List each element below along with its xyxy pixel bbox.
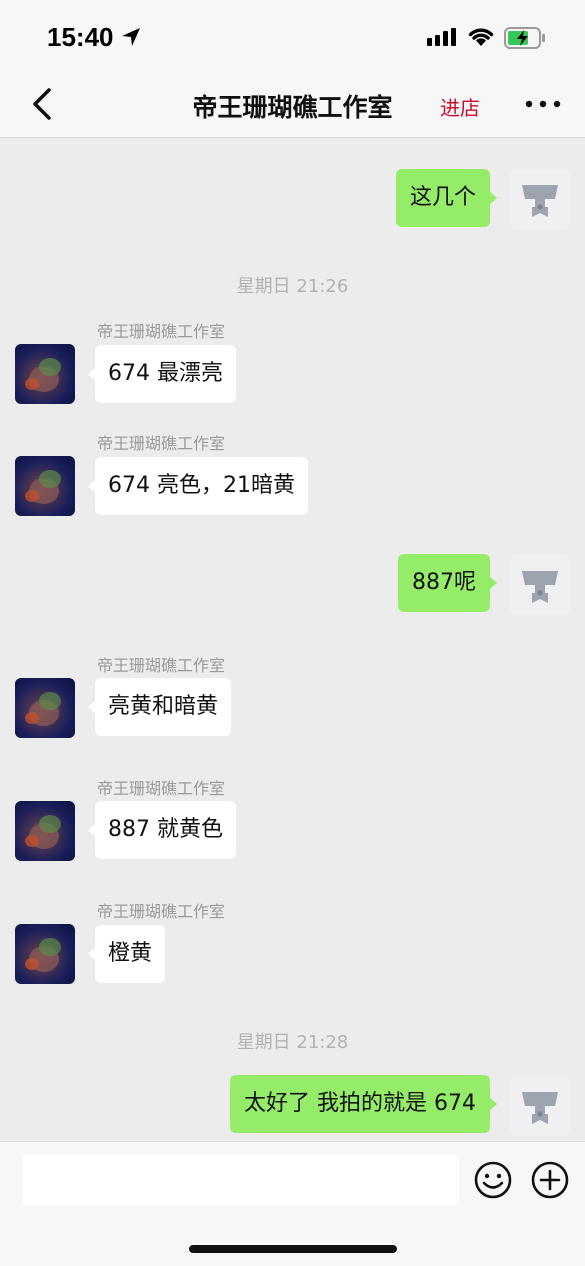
default-avatar-icon: [522, 185, 558, 217]
my-avatar[interactable]: [510, 1076, 570, 1136]
sender-name: 帝王珊瑚礁工作室: [97, 656, 226, 675]
cellular-signal-icon: [427, 28, 456, 46]
sender-name: 帝王珊瑚礁工作室: [97, 322, 226, 341]
my-message-bubble[interactable]: 这几个: [395, 169, 498, 227]
shop-message-bubble[interactable]: 887 就黄色: [88, 801, 236, 859]
my-avatar[interactable]: [510, 169, 570, 229]
message-input[interactable]: [22, 1155, 459, 1205]
shop-avatar[interactable]: [15, 801, 75, 861]
my-avatar[interactable]: [510, 555, 570, 615]
shop-avatar[interactable]: [15, 344, 75, 404]
shop-message-bubble[interactable]: 橙黄: [87, 925, 166, 983]
enter-store-button[interactable]: 进店: [440, 92, 480, 121]
nav-bar: 帝王珊瑚礁工作室 进店: [0, 72, 585, 138]
default-avatar-icon: [522, 1092, 558, 1124]
shop-avatar[interactable]: [15, 456, 75, 516]
my-message-bubble[interactable]: 887呢: [398, 554, 497, 612]
shop-message-bubble[interactable]: 674 亮色，21暗黄: [88, 457, 308, 515]
chat-message-list[interactable]: 这几个 星期日 21:26 帝王珊瑚礁工作室 674 最漂亮 帝王珊瑚礁工作室 …: [0, 139, 585, 1141]
message-timestamp: 星期日 21:26: [236, 276, 349, 297]
shop-message-bubble[interactable]: 亮黄和暗黄: [87, 678, 232, 736]
sender-name: 帝王珊瑚礁工作室: [97, 902, 226, 921]
back-chevron-icon[interactable]: [28, 86, 58, 122]
location-arrow-icon: [122, 28, 140, 46]
my-message-bubble[interactable]: 太好了 我拍的就是 674: [230, 1075, 497, 1133]
status-time: 15:40: [47, 22, 114, 52]
status-bar: 15:40: [0, 0, 585, 72]
more-dots-icon[interactable]: [524, 94, 564, 114]
message-timestamp: 星期日 21:28: [236, 1032, 349, 1053]
wifi-icon: [468, 28, 494, 46]
home-indicator[interactable]: [189, 1245, 397, 1253]
sender-name: 帝王珊瑚礁工作室: [97, 434, 226, 453]
shop-avatar[interactable]: [15, 924, 75, 984]
smiley-icon[interactable]: [473, 1160, 513, 1200]
shop-message-bubble[interactable]: 674 最漂亮: [88, 345, 236, 403]
chat-title: 帝王珊瑚礁工作室: [192, 93, 393, 122]
sender-name: 帝王珊瑚礁工作室: [97, 779, 226, 798]
battery-charging-icon: [504, 27, 545, 49]
default-avatar-icon: [522, 571, 558, 603]
plus-circle-icon[interactable]: [530, 1160, 570, 1200]
shop-avatar[interactable]: [15, 678, 75, 738]
